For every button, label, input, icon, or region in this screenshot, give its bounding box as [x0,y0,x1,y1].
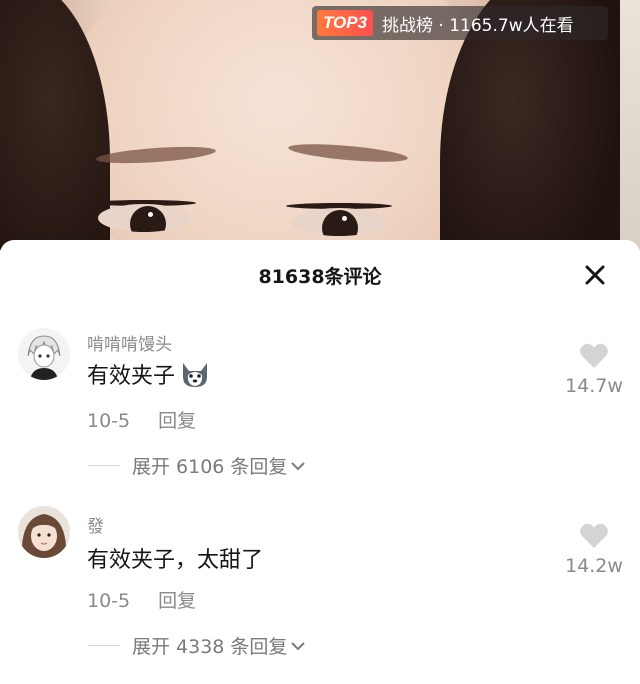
like-button[interactable]: 14.7w [564,342,624,397]
right-eye [292,208,386,236]
husky-emoji-icon [183,363,208,387]
left-eye [98,204,190,232]
reply-button[interactable]: 回复 [158,590,196,612]
avatar[interactable] [18,506,70,558]
expand-replies-label: 展开 4338 条回复 [132,636,288,658]
heart-icon [580,523,608,548]
comments-sheet: 81638条评论 啃啃啃馒头 有效夹子 10-5 回复 14.7w 展开 610… [0,240,640,684]
like-button[interactable]: 14.2w [564,522,624,577]
divider-line [88,645,120,646]
like-count: 14.7w [565,375,623,397]
top3-label: TOP3 [317,10,373,36]
anime-avatar-icon [18,328,70,380]
comment-text-content: 有效夹子 [87,364,176,389]
close-icon[interactable] [582,262,608,288]
comment-text: 有效夹子，太甜了 [87,542,263,574]
expand-replies-button[interactable]: 展开 4338 条回复 [88,632,307,659]
comment-date: 10-5 [87,410,131,432]
comment-username[interactable]: 發 [87,512,104,537]
comment-text: 有效夹子 [87,358,211,390]
comment-meta: 10-5 回复 [87,586,196,613]
live-rank-badge[interactable]: TOP3 挑战榜 · 1165.7w人在看 [312,6,608,40]
heart-icon [580,343,608,368]
avatar[interactable] [18,328,70,380]
chevron-down-icon [291,641,306,650]
comment-username[interactable]: 啃啃啃馒头 [87,330,172,355]
comment-count-title: 81638条评论 [258,266,382,288]
comment-text-content: 有效夹子，太甜了 [87,548,264,573]
expand-replies-label: 展开 6106 条回复 [132,456,288,478]
chevron-down-icon [291,461,306,470]
divider-line [88,465,120,466]
live-video: TOP3 挑战榜 · 1165.7w人在看 [0,0,640,250]
expand-replies-button[interactable]: 展开 6106 条回复 [88,452,307,479]
like-count: 14.2w [565,555,623,577]
comment-meta: 10-5 回复 [87,406,196,433]
girl-avatar-icon [18,506,70,558]
comment-date: 10-5 [87,590,131,612]
reply-button[interactable]: 回复 [158,410,196,432]
challenge-rank-text: 挑战榜 · 1165.7w人在看 [382,15,574,36]
